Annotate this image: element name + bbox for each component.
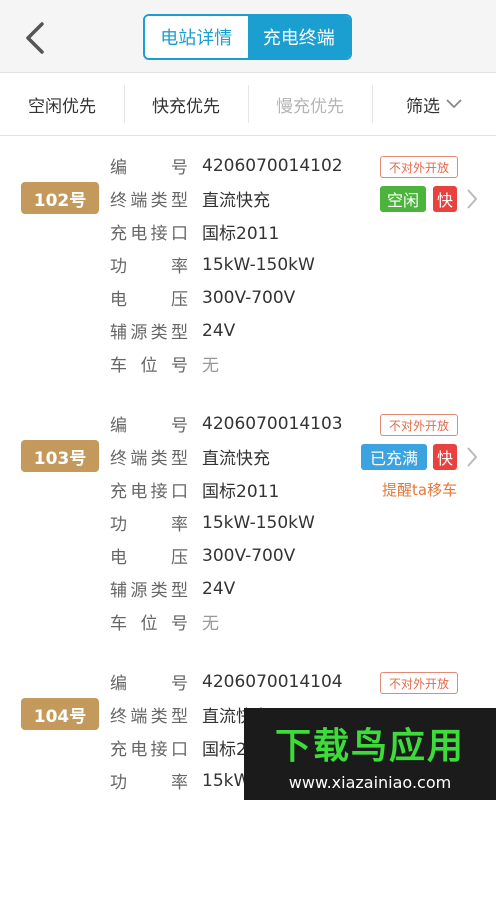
field-label: 终端类型 bbox=[110, 449, 188, 469]
field-serial: 编号 4206070014104 bbox=[110, 665, 343, 698]
back-arrow-icon[interactable] bbox=[16, 20, 52, 56]
site-watermark: 下载鸟应用 www.xiazainiao.com bbox=[244, 708, 496, 800]
field-value: 4206070014102 bbox=[202, 155, 343, 176]
field-spot: 车位号无 bbox=[110, 605, 219, 638]
field-value: 国标2011 bbox=[202, 224, 280, 244]
chevron-right-icon bbox=[467, 447, 478, 467]
field-label: 充电接口 bbox=[110, 482, 188, 502]
field-value: 15kW-150kW bbox=[202, 512, 315, 533]
sort-filter-bar: 空闲优先 快充优先 慢充优先 筛选 bbox=[0, 73, 496, 136]
field-serial: 编号 4206070014103 bbox=[110, 407, 343, 440]
field-value: 直流快充 bbox=[202, 449, 270, 469]
fast-charge-badge: 快 bbox=[433, 186, 457, 212]
filter-label: 筛选 bbox=[406, 96, 440, 117]
field-label: 功率 bbox=[110, 773, 188, 793]
field-type: 终端类型 直流快充 bbox=[110, 440, 270, 473]
top-bar: 电站详情 充电终端 bbox=[0, 0, 496, 73]
terminal-card[interactable]: 103号 编号 4206070014103 终端类型 直流快充 充电接口 国标2011… bbox=[0, 393, 496, 652]
field-label: 编号 bbox=[110, 674, 188, 694]
field-value: 24V bbox=[202, 578, 236, 599]
field-value: 24V bbox=[202, 320, 236, 341]
sort-idle-first[interactable]: 空闲优先 bbox=[0, 73, 124, 135]
sort-slow-first[interactable]: 慢充优先 bbox=[248, 73, 372, 135]
field-value: 国标2011 bbox=[202, 482, 280, 502]
field-power: 功率 15kW-150kW bbox=[110, 506, 315, 539]
field-port: 充电接口 国标2011 bbox=[110, 215, 279, 248]
field-value: 300V-700V bbox=[202, 545, 296, 566]
terminal-card[interactable]: 102号 编号 4206070014102 终端类型 直流快充 充电接口 国标2011… bbox=[0, 136, 496, 395]
field-spot: 车位号无 bbox=[110, 347, 219, 380]
not-open-tag: 不对外开放 bbox=[380, 156, 458, 178]
terminal-number-badge: 104号 bbox=[21, 698, 99, 730]
field-label: 功率 bbox=[110, 257, 188, 277]
field-voltage: 电压 300V-700V bbox=[110, 539, 295, 572]
field-label: 编号 bbox=[110, 158, 188, 178]
field-label: 电压 bbox=[110, 290, 188, 310]
not-open-tag: 不对外开放 bbox=[380, 414, 458, 436]
field-port: 充电接口 国标2011 bbox=[110, 473, 279, 506]
field-label: 电压 bbox=[110, 548, 188, 568]
field-label: 功率 bbox=[110, 515, 188, 535]
field-label: 编号 bbox=[110, 416, 188, 436]
field-value: 无 bbox=[202, 356, 219, 376]
field-serial: 编号 4206070014102 bbox=[110, 149, 343, 182]
field-aux: 辅源类型 24V bbox=[110, 572, 235, 605]
chevron-right-icon bbox=[467, 189, 478, 209]
field-value: 300V-700V bbox=[202, 287, 296, 308]
watermark-url: www.xiazainiao.com bbox=[288, 772, 452, 792]
filter-dropdown[interactable]: 筛选 bbox=[372, 73, 496, 135]
remind-move-car-link[interactable]: 提醒ta移车 bbox=[382, 479, 464, 500]
field-value: 15kW-150kW bbox=[202, 254, 315, 275]
field-label: 辅源类型 bbox=[110, 323, 188, 343]
terminal-number-badge: 103号 bbox=[21, 440, 99, 472]
field-label: 车位号 bbox=[110, 356, 188, 376]
field-label: 终端类型 bbox=[110, 191, 188, 211]
field-value: 4206070014104 bbox=[202, 671, 343, 692]
field-label: 辅源类型 bbox=[110, 581, 188, 601]
fast-charge-badge: 快 bbox=[433, 444, 457, 470]
field-label: 充电接口 bbox=[110, 740, 188, 760]
status-badge: 已充满 bbox=[361, 444, 427, 470]
field-value: 4206070014103 bbox=[202, 413, 343, 434]
field-type: 终端类型 直流快充 bbox=[110, 182, 270, 215]
sort-fast-first[interactable]: 快充优先 bbox=[124, 73, 248, 135]
not-open-tag: 不对外开放 bbox=[380, 672, 458, 694]
field-label: 终端类型 bbox=[110, 707, 188, 727]
watermark-title: 下载鸟应用 bbox=[274, 725, 465, 767]
tab-station-details[interactable]: 电站详情 bbox=[145, 16, 248, 58]
field-power: 功率 15kW-150kW bbox=[110, 248, 315, 281]
field-aux: 辅源类型 24V bbox=[110, 314, 235, 347]
field-label: 车位号 bbox=[110, 614, 188, 634]
chevron-down-icon bbox=[446, 99, 462, 109]
field-voltage: 电压 300V-700V bbox=[110, 281, 295, 314]
status-badge: 空闲 bbox=[380, 186, 426, 212]
field-label: 充电接口 bbox=[110, 224, 188, 244]
field-value: 直流快充 bbox=[202, 191, 270, 211]
terminal-number-badge: 102号 bbox=[21, 182, 99, 214]
field-value: 无 bbox=[202, 614, 219, 634]
tab-charging-terminals[interactable]: 充电终端 bbox=[247, 16, 350, 58]
segmented-tabs: 电站详情 充电终端 bbox=[143, 14, 352, 60]
